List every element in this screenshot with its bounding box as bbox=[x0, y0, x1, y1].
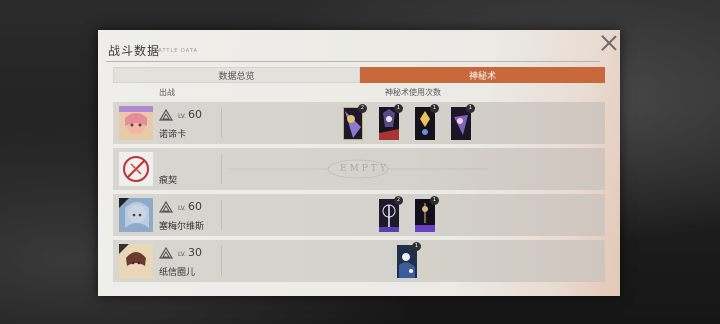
character-portrait[interactable] bbox=[119, 152, 153, 186]
title-divider bbox=[106, 61, 600, 62]
usage-count-badge: 1 bbox=[430, 196, 439, 205]
level-value: 60 bbox=[188, 108, 202, 121]
dialog-subtitle: BATTLE DATA bbox=[154, 48, 198, 54]
empty-placeholder: EMPTY bbox=[228, 157, 488, 181]
close-icon[interactable] bbox=[600, 34, 618, 52]
character-portrait[interactable] bbox=[119, 106, 153, 140]
character-row: LV. 60 诺谛卡 2 1 1 1 bbox=[113, 102, 605, 144]
level-label: LV. bbox=[178, 205, 186, 212]
afflatus-icon bbox=[159, 201, 173, 213]
afflatus-icon bbox=[159, 109, 173, 121]
character-row: LV. 60 塞梅尔维斯 2 1 bbox=[113, 194, 605, 236]
character-name: 诺谛卡 bbox=[159, 130, 187, 140]
arcanum-card[interactable]: 2 bbox=[343, 104, 367, 140]
arcanum-card[interactable]: 1 bbox=[397, 242, 421, 278]
level-value: 30 bbox=[188, 246, 202, 259]
level-label: LV. bbox=[178, 113, 186, 120]
level-label: LV. bbox=[178, 251, 186, 258]
column-header-usage: 神秘术使用次数 bbox=[385, 88, 441, 97]
character-name: 纸信圈儿 bbox=[159, 268, 196, 278]
afflatus-icon bbox=[159, 247, 173, 259]
arcanum-card[interactable]: 1 bbox=[379, 104, 403, 140]
row-divider bbox=[221, 200, 222, 230]
character-row: LV. 30 纸信圈儿 1 bbox=[113, 240, 605, 282]
usage-count-badge: 1 bbox=[466, 104, 475, 113]
empty-text: EMPTY bbox=[340, 164, 389, 174]
row-divider bbox=[221, 154, 222, 184]
usage-count-badge: 2 bbox=[358, 104, 367, 113]
arcanum-card[interactable]: 2 bbox=[379, 196, 403, 232]
column-header-deploy: 出战 bbox=[159, 88, 175, 97]
usage-count-badge: 1 bbox=[394, 104, 403, 113]
character-portrait[interactable] bbox=[119, 198, 153, 232]
tab-arcanum[interactable]: 神秘术 bbox=[360, 67, 605, 83]
character-row: 痕契 EMPTY bbox=[113, 148, 605, 190]
character-name: 痕契 bbox=[159, 176, 178, 186]
dialog-title: 战斗数据 bbox=[108, 44, 161, 58]
tab-bar: 数据总览 神秘术 bbox=[113, 67, 605, 83]
arcanum-card[interactable]: 1 bbox=[451, 104, 475, 140]
usage-count-badge: 2 bbox=[394, 196, 403, 205]
arcanum-card[interactable]: 1 bbox=[415, 104, 439, 140]
row-divider bbox=[221, 246, 222, 276]
arcanum-card[interactable]: 1 bbox=[415, 196, 439, 232]
usage-count-badge: 1 bbox=[430, 104, 439, 113]
row-divider bbox=[221, 108, 222, 138]
tab-overview[interactable]: 数据总览 bbox=[113, 67, 360, 83]
battle-data-dialog: 战斗数据 BATTLE DATA 数据总览 神秘术 出战 神秘术使用次数 LV.… bbox=[98, 30, 620, 296]
character-portrait[interactable] bbox=[119, 244, 153, 278]
level-value: 60 bbox=[188, 200, 202, 213]
character-name: 塞梅尔维斯 bbox=[159, 222, 205, 232]
usage-count-badge: 1 bbox=[412, 242, 421, 251]
